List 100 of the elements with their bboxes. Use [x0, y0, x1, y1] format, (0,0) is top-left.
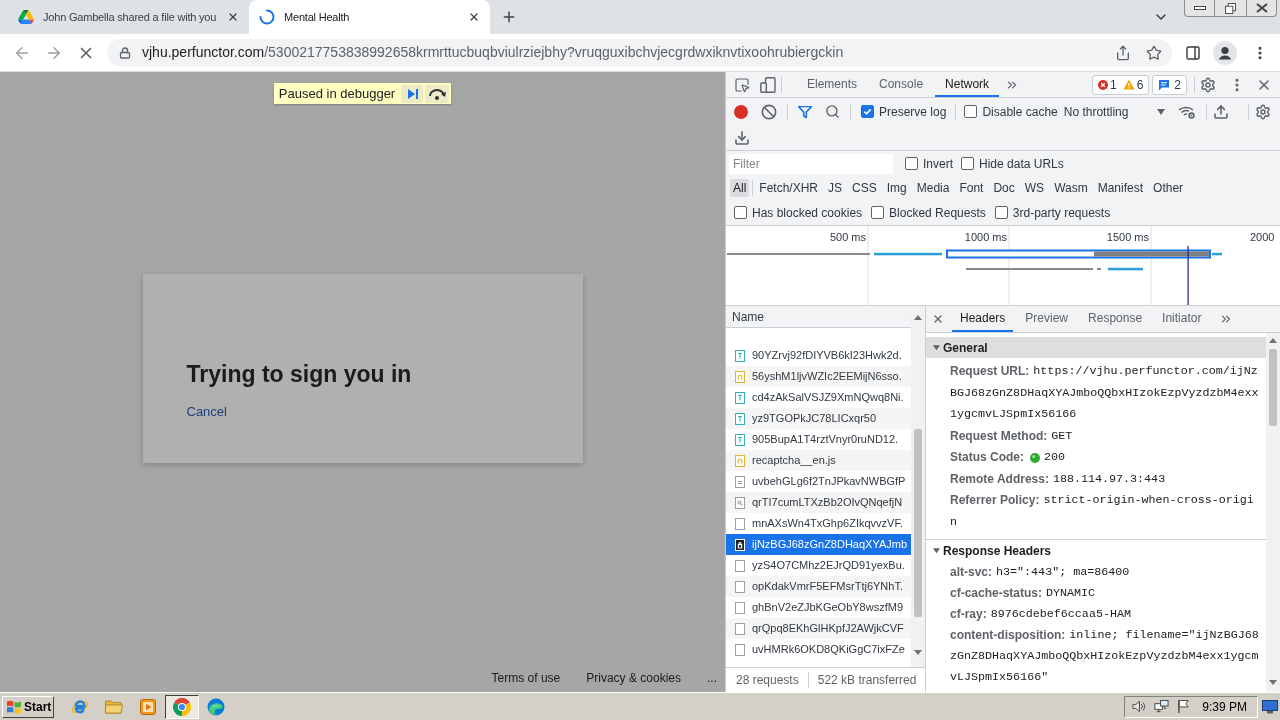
- footer-link[interactable]: Privacy & cookies: [586, 669, 681, 687]
- cancel-link[interactable]: Cancel: [186, 402, 227, 422]
- plus-icon[interactable]: [501, 9, 517, 25]
- speaker-icon[interactable]: [1131, 699, 1147, 714]
- settings-icon[interactable]: [1254, 103, 1271, 120]
- close-icon[interactable]: [227, 11, 239, 23]
- checkbox[interactable]: [905, 157, 918, 170]
- avatar-icon[interactable]: [1213, 40, 1237, 65]
- star-icon[interactable]: [1146, 44, 1162, 61]
- blank-file-icon: [735, 580, 745, 593]
- throttling-select[interactable]: No throttling: [1063, 102, 1167, 121]
- checkbox[interactable]: [964, 105, 978, 118]
- type-filter-button[interactable]: Img: [883, 179, 910, 197]
- type-filter-button[interactable]: WS: [1021, 179, 1048, 197]
- type-filter-button[interactable]: Manifest: [1094, 179, 1147, 197]
- taskbar-button[interactable]: [165, 694, 199, 719]
- blank-file-icon: [735, 559, 745, 572]
- restore-button[interactable]: [1215, 0, 1246, 17]
- request-row[interactable]: recaptcha__en.js: [726, 450, 911, 471]
- side-panel-icon[interactable]: [1185, 44, 1201, 61]
- warning-icon: [1122, 79, 1135, 90]
- request-row[interactable]: qrTI7cumLTXzBb2OIvQNqefjN: [726, 492, 911, 513]
- scrollbar-thumb[interactable]: [1269, 349, 1277, 426]
- flag-icon[interactable]: [1177, 699, 1191, 714]
- type-filter-button[interactable]: All: [730, 179, 750, 197]
- checkbox[interactable]: [994, 206, 1008, 219]
- phone-tablet-icon[interactable]: [760, 76, 776, 93]
- type-filter-button[interactable]: Font: [956, 179, 987, 197]
- devtools-tab[interactable]: Console: [869, 72, 934, 97]
- type-filter-button[interactable]: Wasm: [1051, 179, 1091, 197]
- checkbox[interactable]: [861, 105, 874, 118]
- scroll-down-icon[interactable]: [1269, 680, 1277, 685]
- scroll-down-icon[interactable]: [914, 650, 922, 655]
- header-entry: alt-svc: h3=":443"; ma=86400: [950, 564, 1131, 581]
- close-icon[interactable]: [932, 313, 944, 325]
- lock-icon[interactable]: [119, 46, 131, 59]
- details-tab[interactable]: Initiator: [1154, 306, 1210, 332]
- scrollbar-thumb[interactable]: [914, 429, 922, 617]
- tick-label: 1000 ms: [964, 230, 1007, 245]
- request-row[interactable]: opKdakVmrF5EFMsrTtj6YNhT.: [726, 576, 911, 597]
- filter-input[interactable]: Filter: [729, 153, 893, 174]
- window-close-button[interactable]: [1246, 0, 1277, 17]
- blank-file-icon: [735, 601, 745, 614]
- download-icon[interactable]: [734, 129, 750, 146]
- start-button[interactable]: Start: [2, 695, 54, 718]
- monitor-icon[interactable]: [1262, 699, 1278, 714]
- share-icon[interactable]: [1115, 44, 1131, 61]
- search-icon[interactable]: [825, 104, 840, 119]
- details-tab[interactable]: Headers: [952, 306, 1014, 332]
- request-row[interactable]: ijNzBGJ68zGnZ8DHaqXYAJmb: [726, 534, 911, 555]
- section-header[interactable]: General: [926, 337, 1266, 358]
- scroll-up-icon[interactable]: [1269, 338, 1277, 343]
- checkbox-label: Disable cache: [982, 103, 1058, 121]
- circle-logo-icon: [173, 697, 191, 716]
- tick-label: 2000: [1250, 230, 1275, 245]
- checkbox[interactable]: [734, 206, 747, 219]
- address-bar[interactable]: vjhu.perfunctor.com/5300217753838992658krmrttucbuqbviulrziejbhy?vruqguxibchvjecgrdwxiknvtixoohrubiergckin: [107, 38, 1172, 67]
- column-header[interactable]: Name: [726, 306, 911, 328]
- type-filter-button[interactable]: Fetch/XHR: [756, 179, 822, 197]
- checkbox[interactable]: [961, 157, 974, 170]
- close-icon: [1255, 3, 1268, 13]
- details-tab[interactable]: Response: [1080, 306, 1151, 332]
- wifi-gear-icon[interactable]: [1177, 104, 1196, 119]
- request-row[interactable]: yz9TGOPkJC78LICxqr50: [726, 408, 911, 429]
- type-filter-button[interactable]: JS: [825, 179, 846, 197]
- checkbox-label: Has blocked cookies: [752, 204, 863, 222]
- close-icon[interactable]: [468, 11, 480, 23]
- type-filter-button[interactable]: CSS: [849, 179, 880, 197]
- request-row[interactable]: qrQpq8EKhGlHKpfJ2AWjkCVF: [726, 618, 911, 639]
- folder-icon: [105, 699, 123, 714]
- type-filter-button[interactable]: Media: [913, 179, 953, 197]
- issues-button[interactable]: 1 6: [1091, 74, 1150, 95]
- play-bar-icon[interactable]: [401, 84, 424, 103]
- error-icon: [1097, 79, 1108, 90]
- banner-text: Paused in debugger: [278, 84, 396, 103]
- request-row[interactable]: 56yshM1ljvWZIc2EEMijN6sso.: [726, 366, 911, 387]
- type-filter-button[interactable]: Other: [1150, 179, 1187, 197]
- footer-link[interactable]: ...: [707, 669, 717, 687]
- type-filter-button[interactable]: Doc: [990, 179, 1018, 197]
- header-entry: Request URL: https://vjhu.perfunctor.com/ijNzBGJ68zGnZ8DHaqXYAJmboQQbxHIzokEzpVyzdzbM4exx1ygcmvLJSpmIx56166: [950, 363, 1260, 423]
- devtools-tab[interactable]: Elements: [797, 72, 868, 97]
- time-marker-line: [1187, 246, 1189, 305]
- upload-icon[interactable]: [1212, 103, 1229, 120]
- network-icon[interactable]: [1154, 699, 1170, 714]
- minimize-button[interactable]: [1184, 0, 1215, 17]
- checkbox[interactable]: [871, 206, 885, 219]
- pointer-square-icon[interactable]: [734, 76, 750, 93]
- footer-link[interactable]: Terms of use: [491, 669, 561, 687]
- scroll-up-icon[interactable]: [914, 315, 922, 320]
- clock-text[interactable]: 9:39 PM: [1202, 697, 1247, 716]
- details-tab[interactable]: Preview: [1017, 306, 1077, 332]
- filter-icon[interactable]: [798, 105, 812, 118]
- messages-button[interactable]: 2: [1152, 74, 1187, 95]
- header-entry: Request Method: GET: [950, 427, 1074, 445]
- text-file-icon: [735, 391, 745, 404]
- record-dot-icon[interactable]: [734, 104, 748, 119]
- play-tile-icon: [140, 698, 156, 715]
- ban-icon[interactable]: [761, 103, 777, 120]
- settings-icon[interactable]: [1200, 76, 1216, 93]
- browser-tab[interactable]: Mental Health: [249, 0, 490, 34]
